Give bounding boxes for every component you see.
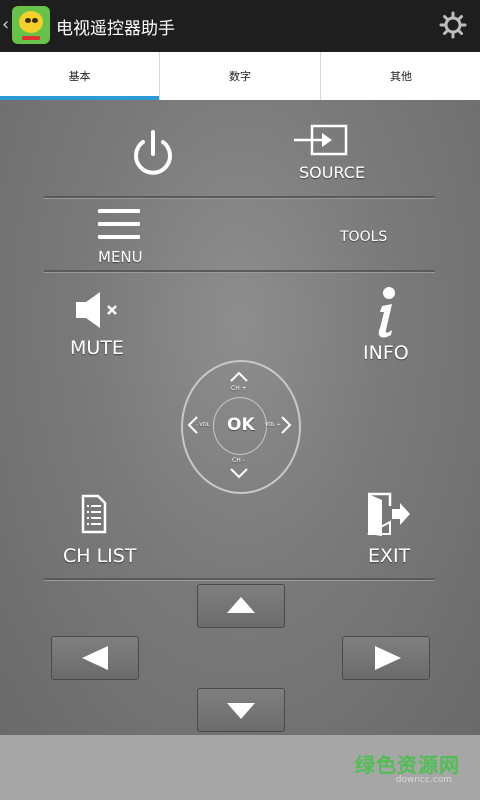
info-button[interactable]: INFO bbox=[363, 342, 409, 364]
remote-panel: SOURCE MENU TOOLS MUTE INFO OK CH + CH -… bbox=[0, 100, 480, 735]
app-title: 电视遥控器助手 bbox=[56, 19, 175, 39]
document-list-icon bbox=[81, 494, 107, 534]
back-icon[interactable]: ‹ bbox=[2, 14, 9, 35]
tools-button[interactable]: TOOLS bbox=[340, 229, 387, 245]
up-arrow-icon bbox=[227, 597, 255, 613]
dpad-right-button[interactable] bbox=[342, 636, 430, 680]
ch-up-icon[interactable] bbox=[229, 371, 249, 383]
dpad-down-button[interactable] bbox=[197, 688, 285, 732]
dpad-up-button[interactable] bbox=[197, 584, 285, 628]
down-arrow-icon bbox=[227, 703, 255, 719]
exit-door-icon bbox=[367, 492, 410, 536]
exit-button[interactable]: EXIT bbox=[368, 545, 410, 567]
vol-up-icon[interactable] bbox=[280, 415, 292, 435]
info-icon bbox=[378, 287, 395, 338]
ch-up-label: CH + bbox=[231, 385, 247, 392]
left-arrow-icon bbox=[82, 646, 108, 670]
ch-list-button[interactable]: CH LIST bbox=[63, 545, 136, 567]
right-arrow-icon bbox=[375, 646, 401, 670]
ch-down-label: CH - bbox=[232, 457, 245, 464]
app-bar: ‹ 电视遥控器助手 bbox=[0, 0, 480, 52]
vol-up-label: VOL + bbox=[265, 422, 281, 428]
mute-button[interactable]: MUTE bbox=[70, 337, 124, 359]
tab-other[interactable]: 其他 bbox=[320, 52, 480, 100]
tab-bar: 基本 数字 其他 bbox=[0, 52, 480, 100]
divider bbox=[44, 270, 435, 273]
watermark-url: downcc.com bbox=[395, 775, 452, 785]
ok-button[interactable]: OK bbox=[227, 415, 255, 435]
menu-button[interactable]: MENU bbox=[98, 248, 143, 266]
watermark: 绿色资源网 bbox=[355, 753, 460, 777]
gear-icon[interactable] bbox=[438, 10, 468, 40]
divider bbox=[44, 196, 435, 199]
dpad-left-button[interactable] bbox=[51, 636, 139, 680]
app-logo-icon[interactable] bbox=[12, 6, 50, 44]
speaker-mute-icon bbox=[76, 292, 117, 328]
tab-digits[interactable]: 数字 bbox=[159, 52, 320, 100]
power-icon[interactable] bbox=[130, 128, 176, 180]
menu-icon bbox=[98, 209, 140, 239]
vol-down-label: - VOL bbox=[196, 422, 210, 428]
footer-area: 绿色资源网 downcc.com bbox=[0, 735, 480, 800]
ch-down-icon[interactable] bbox=[229, 467, 249, 479]
divider bbox=[44, 578, 435, 581]
source-button[interactable]: SOURCE bbox=[299, 163, 365, 182]
source-input-icon bbox=[294, 124, 348, 156]
tab-basic[interactable]: 基本 bbox=[0, 52, 159, 100]
